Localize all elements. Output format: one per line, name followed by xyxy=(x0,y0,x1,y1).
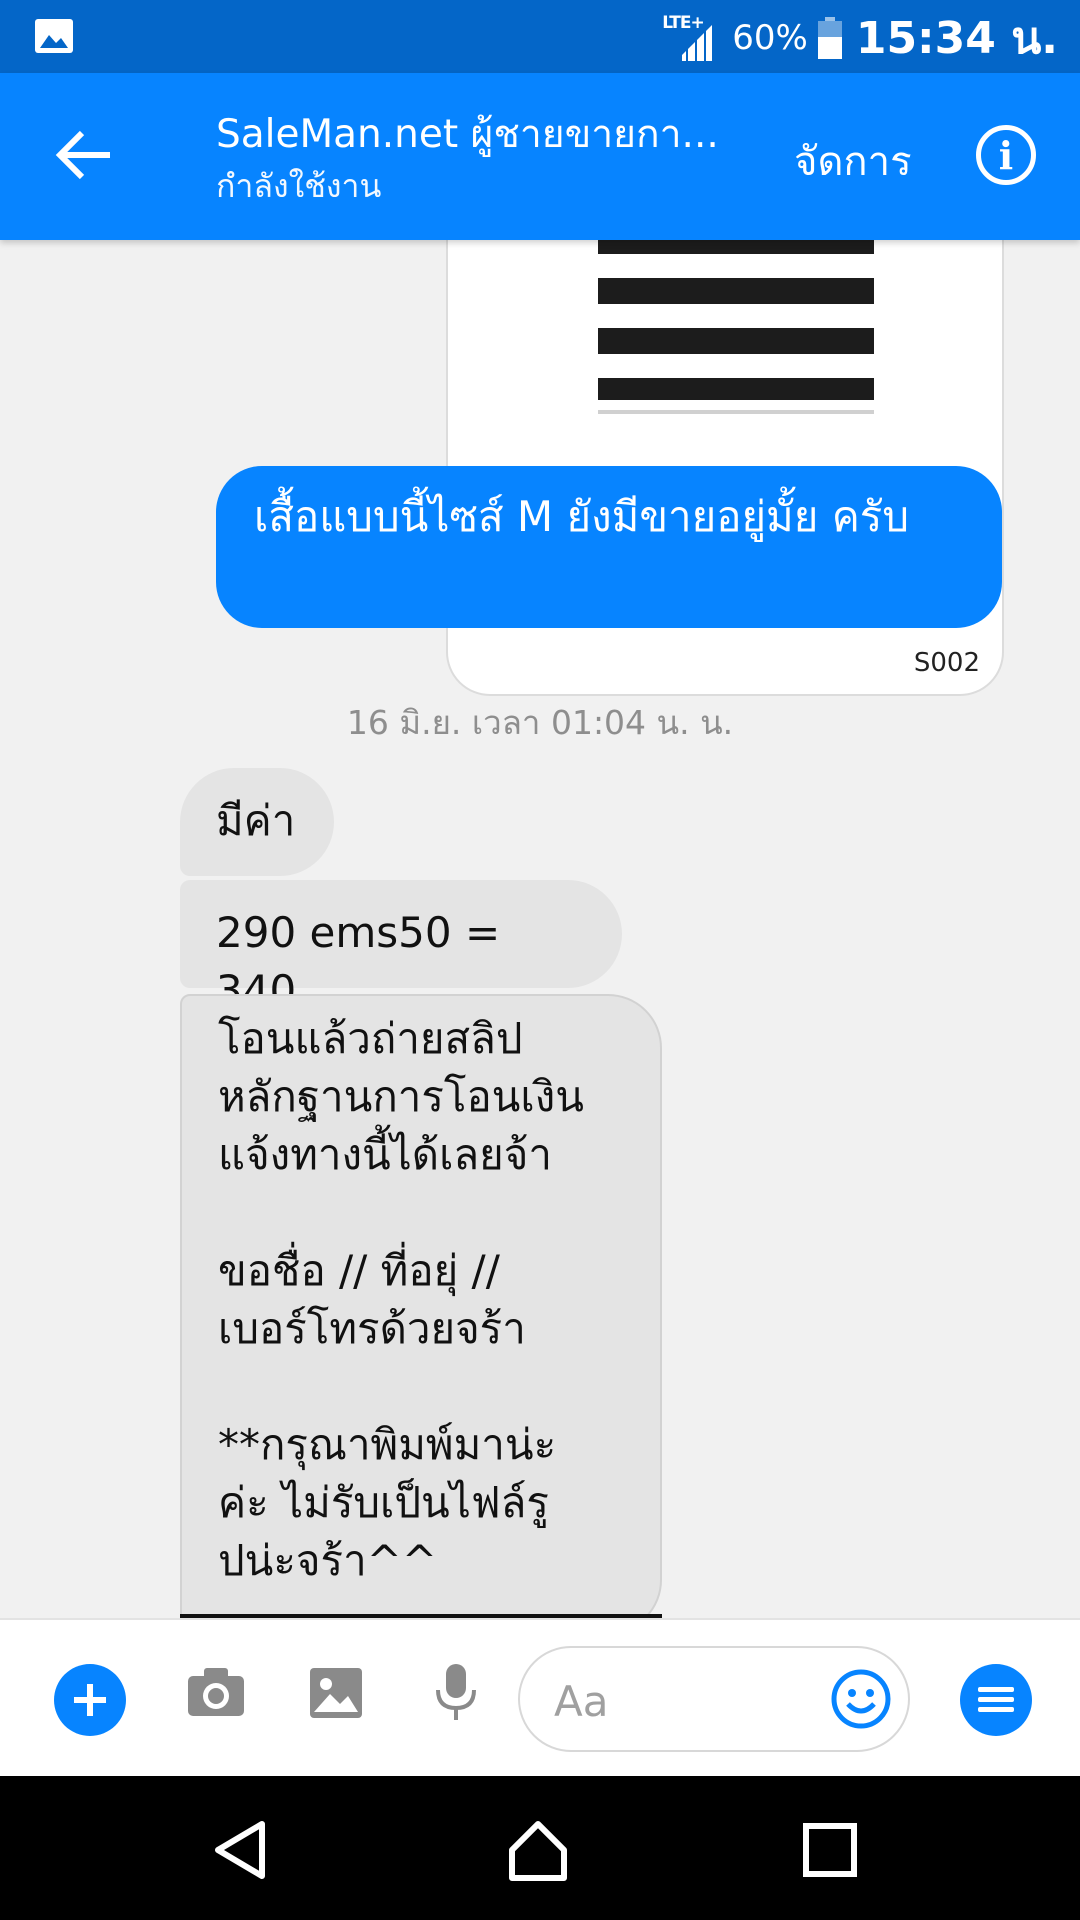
incoming-message[interactable]: มีค่า xyxy=(180,768,334,876)
status-bar: LTE+ 60% 15:34 น. xyxy=(0,0,1080,73)
message-composer xyxy=(0,1618,1080,1778)
microphone-icon[interactable] xyxy=(424,1660,488,1724)
incoming-message-text: โอนแล้วถ่ายสลิป หลักฐานการโอนเงิน แจ้งทา… xyxy=(218,1014,584,1585)
battery-percent: 60% xyxy=(732,18,808,58)
message-input[interactable] xyxy=(552,1670,806,1732)
system-navigation-bar xyxy=(0,1776,1080,1920)
gallery-notification-icon xyxy=(35,19,73,53)
plus-icon xyxy=(74,1684,106,1716)
menu-icon xyxy=(978,1687,1014,1712)
conversation-title[interactable]: SaleMan.net ผู้ชายขายกา... xyxy=(216,103,719,165)
incoming-message[interactable]: โอนแล้วถ่ายสลิป หลักฐานการโอนเงิน แจ้งทา… xyxy=(180,994,662,1618)
back-arrow-icon[interactable] xyxy=(52,121,120,189)
message-timestamp: 16 มิ.ย. เวลา 01:04 น. น. xyxy=(346,703,734,742)
camera-icon[interactable] xyxy=(184,1660,248,1724)
outgoing-message[interactable]: เสื้อแบบนี้ไซส์ M ยังมีขายอยู่มั้ย ครับ xyxy=(216,466,1002,628)
incoming-message[interactable]: 290 ems50 = 340 xyxy=(180,880,622,1015)
nav-back-icon[interactable] xyxy=(210,1818,274,1882)
nav-home-icon[interactable] xyxy=(506,1818,570,1882)
signal-icon: LTE+ xyxy=(662,13,722,63)
info-icon[interactable]: i xyxy=(976,125,1036,185)
photo-icon[interactable] xyxy=(304,1660,368,1724)
message-list[interactable]: S002 เสื้อแบบนี้ไซส์ M ยังมีขายอยู่มั้ย … xyxy=(0,240,1080,1618)
message-input-box[interactable] xyxy=(518,1646,910,1752)
active-status: กำลังใช้งาน xyxy=(216,167,382,205)
manage-button[interactable]: จัดการ xyxy=(794,129,912,193)
more-options-button[interactable] xyxy=(960,1664,1032,1736)
product-sku-label: S002 xyxy=(913,648,980,678)
battery-icon xyxy=(817,17,842,59)
nav-recent-apps-icon[interactable] xyxy=(798,1818,862,1882)
emoji-icon[interactable] xyxy=(830,1668,892,1730)
add-button[interactable] xyxy=(54,1664,126,1736)
clock: 15:34 น. xyxy=(855,13,1058,64)
chat-header: SaleMan.net ผู้ชายขายกา... กำลังใช้งาน จ… xyxy=(0,73,1080,240)
